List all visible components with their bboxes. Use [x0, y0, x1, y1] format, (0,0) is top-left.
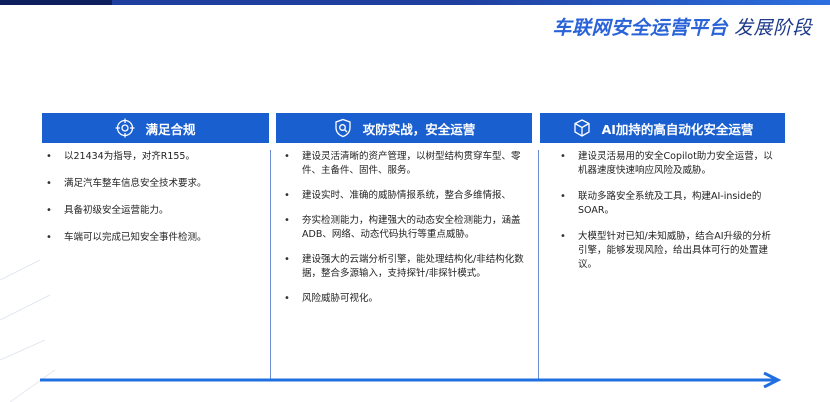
column-list-1: 以21434为指导，对齐R155。 满足汽车整车信息安全技术要求。 具备初级安全… — [42, 150, 262, 245]
list-item: 以21434为指导，对齐R155。 — [42, 150, 262, 164]
list-item: 大模型针对已知/未知威胁，结合AI升级的分析引擎，能够发现风险，给出具体可行的处… — [556, 230, 778, 272]
timeline-arrow — [40, 372, 782, 388]
target-icon — [115, 118, 135, 138]
column-header-2: 攻防实战，安全运营 — [276, 113, 532, 143]
list-item: 建设强大的云端分析引擎，能处理结构化/非结构化数据，整合多源输入，支持探针/非探… — [280, 253, 530, 281]
column-body-3: 建设灵活易用的安全Copilot助力安全运营，以机器速度快速响应风险及威胁。 联… — [556, 150, 778, 378]
list-item: 联动多路安全系统及工具，构建AI-inside的SOAR。 — [556, 190, 778, 218]
title-sub: 发展阶段 — [733, 17, 812, 39]
column-header-3: AI加持的高自动化安全运营 — [540, 113, 785, 143]
top-accent-bar — [0, 0, 830, 5]
column-title-3: AI加持的高自动化安全运营 — [601, 121, 754, 137]
shield-search-icon — [333, 118, 353, 138]
list-item: 风险威胁可视化。 — [280, 292, 530, 306]
page-title: 车联网安全运营平台 发展阶段 — [552, 13, 812, 40]
list-item: 建设灵活清晰的资产管理，以树型结构贯穿车型、零件、主备件、固件、服务。 — [280, 150, 530, 178]
column-body-1: 以21434为指导，对齐R155。 满足汽车整车信息安全技术要求。 具备初级安全… — [42, 150, 262, 378]
column-divider-1 — [270, 150, 271, 380]
top-accent-bar-dark — [0, 0, 112, 5]
list-item: 夯实检测能力，构建强大的动态安全检测能力，涵盖ADB、网络、动态代码执行等重点威… — [280, 214, 530, 242]
column-title-2: 攻防实战，安全运营 — [362, 121, 476, 137]
column-title-1: 满足合规 — [145, 121, 196, 137]
list-item: 建设实时、准确的威胁情报系统，整合多维情报、 — [280, 189, 530, 203]
list-item: 车端可以完成已知安全事件检测。 — [42, 231, 262, 245]
list-item: 满足汽车整车信息安全技术要求。 — [42, 177, 262, 191]
cube-icon — [572, 118, 592, 138]
column-divider-2 — [538, 150, 539, 380]
column-body-2: 建设灵活清晰的资产管理，以树型结构贯穿车型、零件、主备件、固件、服务。 建设实时… — [280, 150, 530, 378]
column-header-1: 满足合规 — [42, 113, 269, 143]
column-list-3: 建设灵活易用的安全Copilot助力安全运营，以机器速度快速响应风险及威胁。 联… — [556, 150, 778, 272]
list-item: 建设灵活易用的安全Copilot助力安全运营，以机器速度快速响应风险及威胁。 — [556, 150, 778, 178]
title-main: 车联网安全运营平台 — [552, 17, 728, 39]
column-list-2: 建设灵活清晰的资产管理，以树型结构贯穿车型、零件、主备件、固件、服务。 建设实时… — [280, 150, 530, 306]
list-item: 具备初级安全运营能力。 — [42, 204, 262, 218]
